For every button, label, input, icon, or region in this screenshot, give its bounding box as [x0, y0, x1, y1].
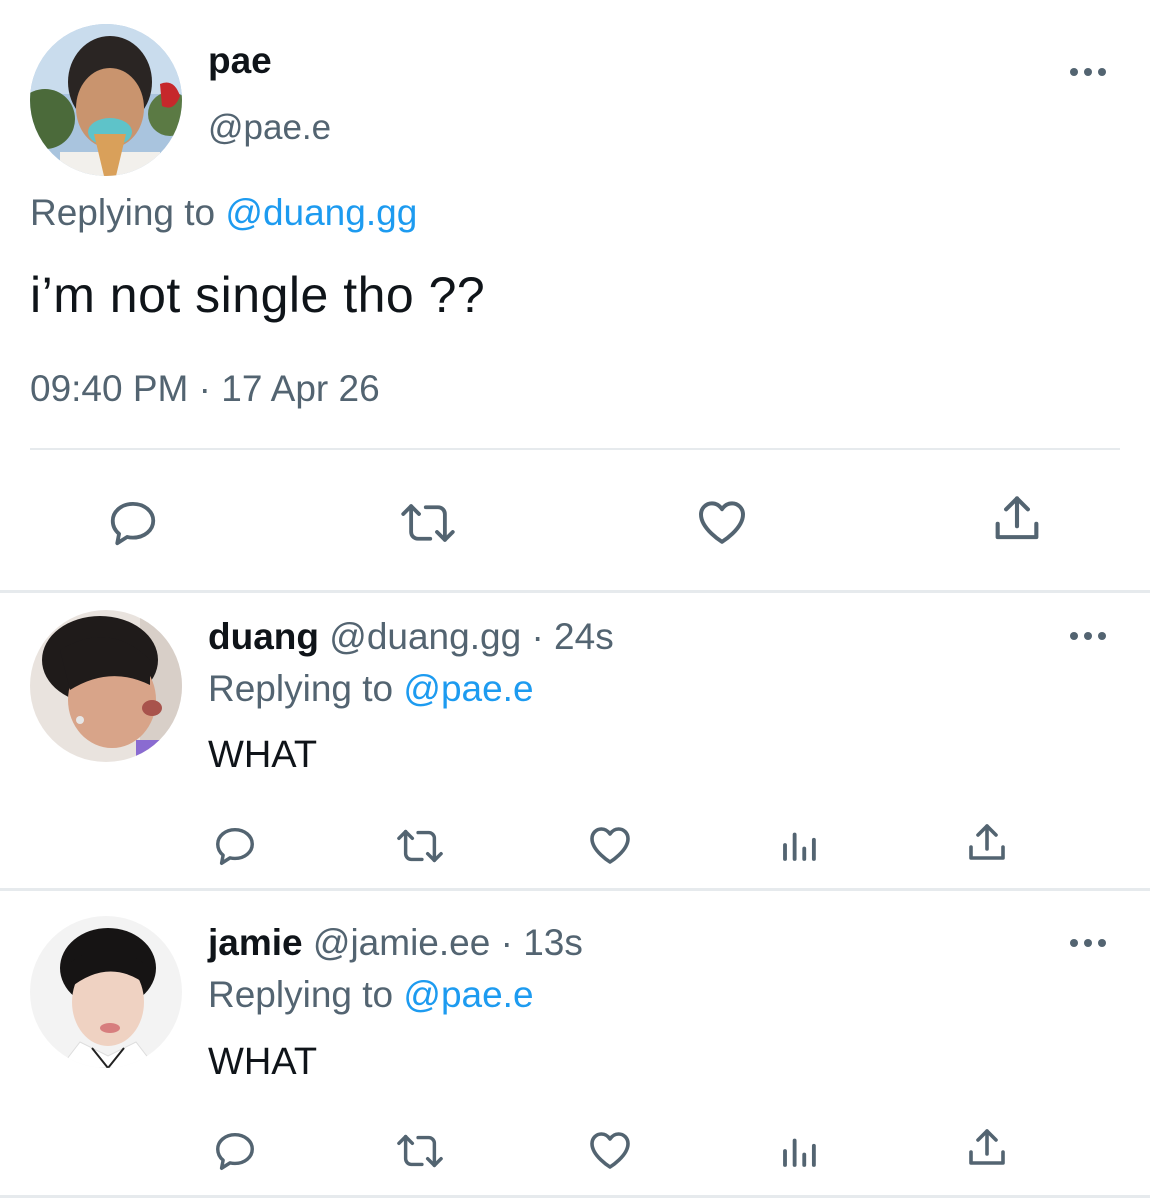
tweet-text: WHAT — [208, 1041, 318, 1083]
more-options-icon[interactable] — [1070, 630, 1106, 642]
replying-to-link[interactable]: @pae.e — [403, 668, 533, 709]
retweet-icon[interactable] — [396, 496, 460, 550]
user-handle[interactable]: @pae.e — [208, 108, 331, 148]
replying-label: Replying to — [208, 974, 394, 1015]
more-options-icon[interactable] — [1070, 937, 1106, 949]
more-options-icon[interactable] — [1070, 66, 1106, 78]
retweet-icon[interactable] — [392, 823, 448, 869]
replying-to: Replying to @pae.e — [208, 668, 534, 710]
replying-label: Replying to — [30, 192, 216, 233]
share-icon[interactable] — [963, 1124, 1011, 1172]
share-icon[interactable] — [963, 819, 1011, 867]
like-icon[interactable] — [586, 821, 634, 869]
relative-time[interactable]: · 13s — [501, 922, 583, 963]
analytics-icon[interactable] — [778, 824, 820, 866]
divider — [0, 888, 1150, 891]
relative-time[interactable]: · 24s — [531, 616, 613, 657]
retweet-icon[interactable] — [392, 1128, 448, 1174]
like-icon[interactable] — [694, 494, 750, 550]
share-icon[interactable] — [988, 490, 1046, 548]
avatar[interactable] — [30, 24, 182, 176]
replying-to: Replying to @duang.gg — [30, 192, 417, 234]
reply-header: jamie @jamie.ee · 13s — [208, 922, 583, 964]
divider — [30, 448, 1120, 450]
replying-to-link[interactable]: @duang.gg — [225, 192, 417, 233]
tweet-text: WHAT — [208, 734, 318, 776]
reply-icon[interactable] — [212, 823, 258, 869]
display-name[interactable]: pae — [208, 40, 272, 82]
analytics-icon[interactable] — [778, 1130, 820, 1172]
divider — [0, 590, 1150, 593]
replying-to-link[interactable]: @pae.e — [403, 974, 533, 1015]
like-icon[interactable] — [586, 1126, 634, 1174]
avatar[interactable] — [30, 916, 182, 1068]
tweet-timestamp[interactable]: 09:40 PM · 17 Apr 26 — [30, 368, 380, 410]
reply-icon[interactable] — [106, 496, 160, 550]
reply-header: duang @duang.gg · 24s — [208, 616, 614, 658]
user-handle[interactable]: @duang.gg — [329, 616, 521, 657]
tweet-text: i’m not single tho ?? — [30, 267, 486, 323]
display-name[interactable]: jamie — [208, 922, 303, 963]
replying-to: Replying to @pae.e — [208, 974, 534, 1016]
avatar[interactable] — [30, 610, 182, 762]
divider — [0, 1195, 1150, 1198]
display-name[interactable]: duang — [208, 616, 319, 657]
reply-icon[interactable] — [212, 1128, 258, 1174]
replying-label: Replying to — [208, 668, 394, 709]
user-handle[interactable]: @jamie.ee — [313, 922, 490, 963]
